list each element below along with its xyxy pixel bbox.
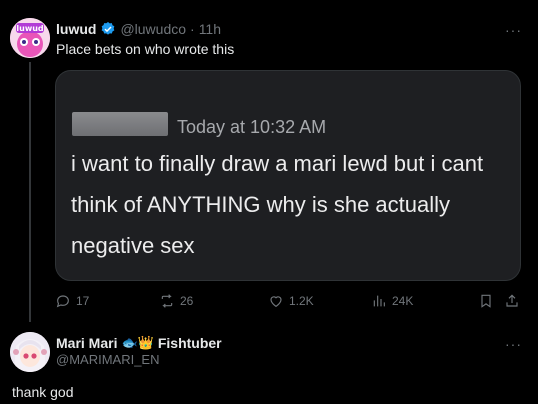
name-emojis: 🐟👑 bbox=[121, 335, 154, 350]
attached-image[interactable]: Today at 10:32 AM i want to finally draw… bbox=[55, 70, 521, 281]
bookmark-icon bbox=[481, 294, 491, 308]
reply-author-avatar[interactable] bbox=[10, 332, 50, 372]
views-icon bbox=[373, 295, 385, 307]
repost-count: 26 bbox=[180, 294, 194, 308]
views-count: 24K bbox=[392, 294, 414, 308]
reply-button[interactable]: 17 bbox=[55, 290, 89, 312]
tweet-thread: luwud luwud @luwudco · 11h ··· Place bet… bbox=[0, 0, 538, 404]
more-icon[interactable]: ··· bbox=[505, 22, 522, 38]
reply-post[interactable]: Mari Mari 🐟👑 Fishtuber @MARIMARI_EN ··· … bbox=[0, 322, 538, 404]
author-handle[interactable]: @luwudco bbox=[120, 21, 186, 37]
author-display-name[interactable]: luwud bbox=[56, 21, 96, 37]
redacted-username-block bbox=[72, 112, 168, 136]
post-action-bar: 17 26 1.2K 24K bbox=[55, 290, 521, 312]
share-icon bbox=[506, 294, 518, 307]
verified-icon bbox=[102, 22, 115, 35]
header-separator: · bbox=[190, 21, 195, 37]
post-header: luwud @luwudco · 11h bbox=[56, 20, 221, 38]
more-icon[interactable]: ··· bbox=[505, 336, 522, 352]
reply-text: thank god bbox=[12, 384, 74, 400]
avatar-image: luwud bbox=[10, 18, 50, 58]
post-timestamp[interactable]: 11h bbox=[199, 21, 221, 37]
reply-author-display-name[interactable]: Mari Mari bbox=[56, 335, 117, 351]
original-post[interactable]: luwud luwud @luwudco · 11h ··· Place bet… bbox=[0, 0, 538, 322]
reply-author-handle[interactable]: @MARIMARI_EN bbox=[56, 352, 160, 367]
repost-icon bbox=[161, 294, 173, 308]
post-text: Place bets on who wrote this bbox=[56, 41, 235, 57]
message-text: i want to finally draw a mari lewd but i… bbox=[71, 151, 484, 258]
bookmark-button[interactable] bbox=[478, 290, 494, 312]
views-button[interactable]: 24K bbox=[371, 290, 413, 312]
repost-button[interactable]: 26 bbox=[159, 290, 193, 312]
reply-count: 17 bbox=[76, 294, 90, 308]
author-avatar[interactable]: luwud bbox=[10, 18, 50, 58]
like-count: 1.2K bbox=[289, 294, 314, 308]
avatar-logo-text: luwud bbox=[16, 24, 44, 33]
reply-author-name-suffix[interactable]: Fishtuber bbox=[158, 335, 222, 351]
like-button[interactable]: 1.2K bbox=[268, 290, 314, 312]
message-timestamp: Today at 10:32 AM bbox=[177, 117, 327, 137]
share-button[interactable] bbox=[504, 290, 520, 312]
avatar-image bbox=[10, 332, 50, 372]
reply-icon bbox=[56, 295, 69, 308]
reply-header: Mari Mari 🐟👑 Fishtuber bbox=[56, 334, 222, 352]
thread-connector-line bbox=[29, 62, 31, 322]
like-icon bbox=[270, 296, 282, 307]
